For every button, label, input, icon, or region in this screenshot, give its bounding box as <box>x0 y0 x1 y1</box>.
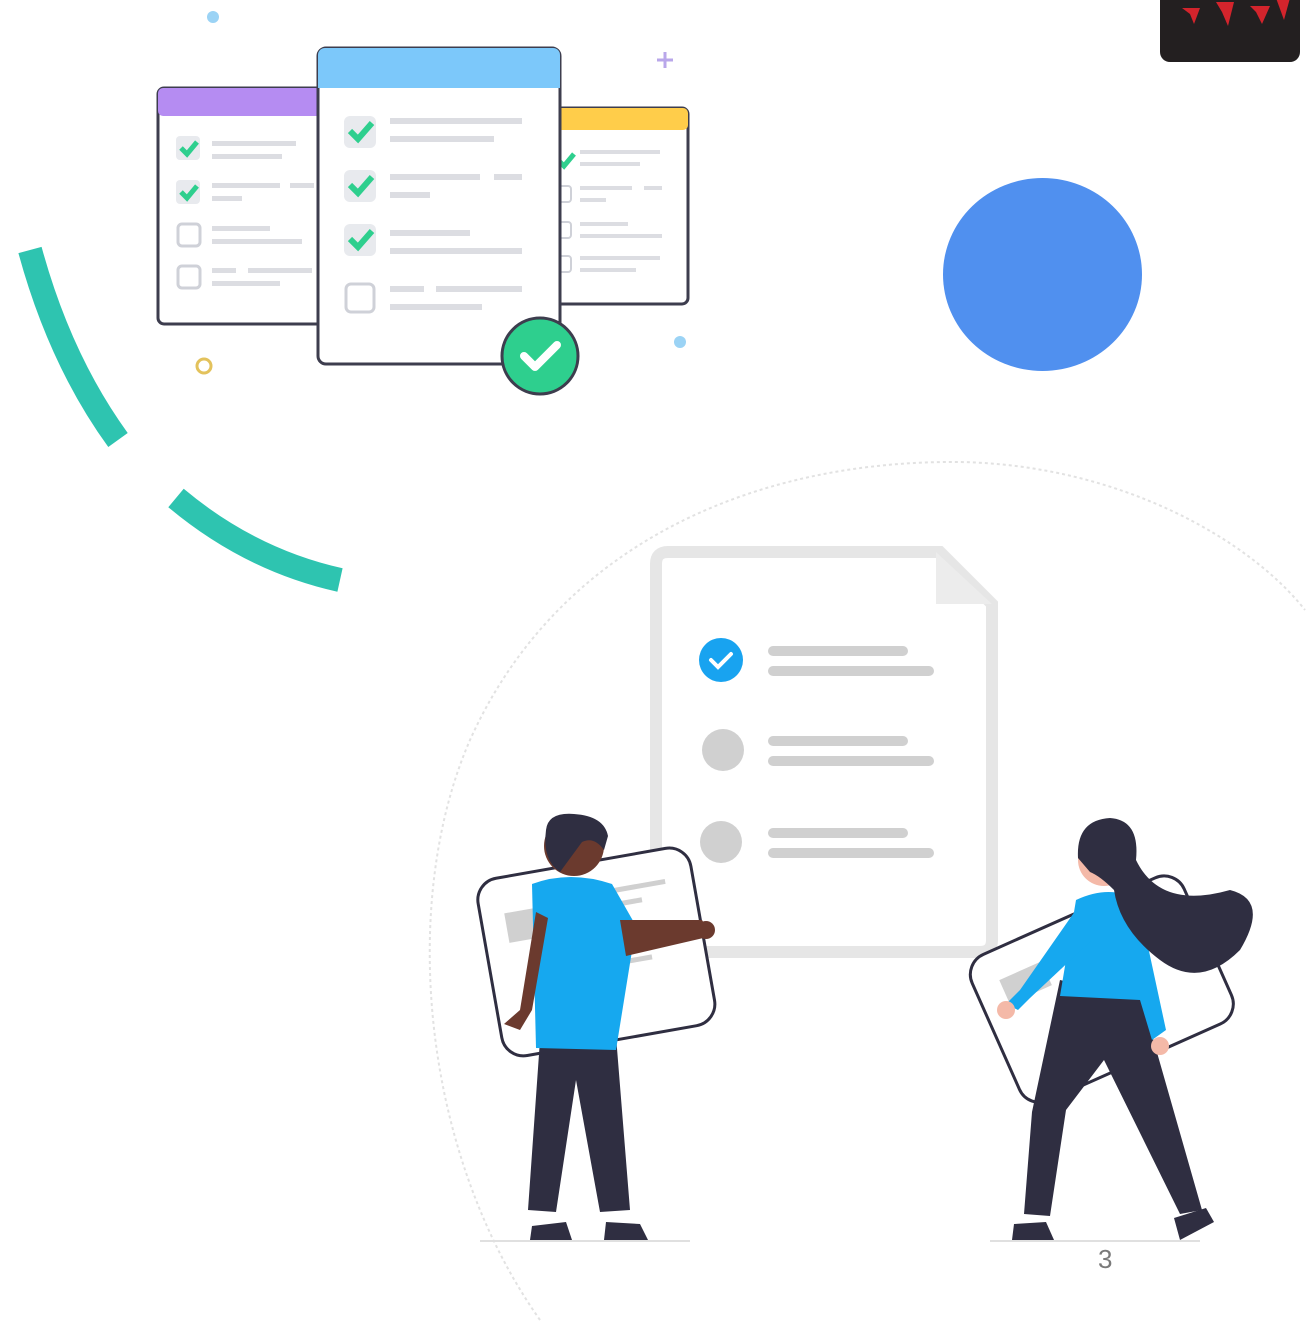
page-number: 3 <box>1098 1244 1113 1274</box>
people-with-checklist-illustration <box>428 460 1306 1321</box>
checked-item-icon <box>699 638 743 682</box>
